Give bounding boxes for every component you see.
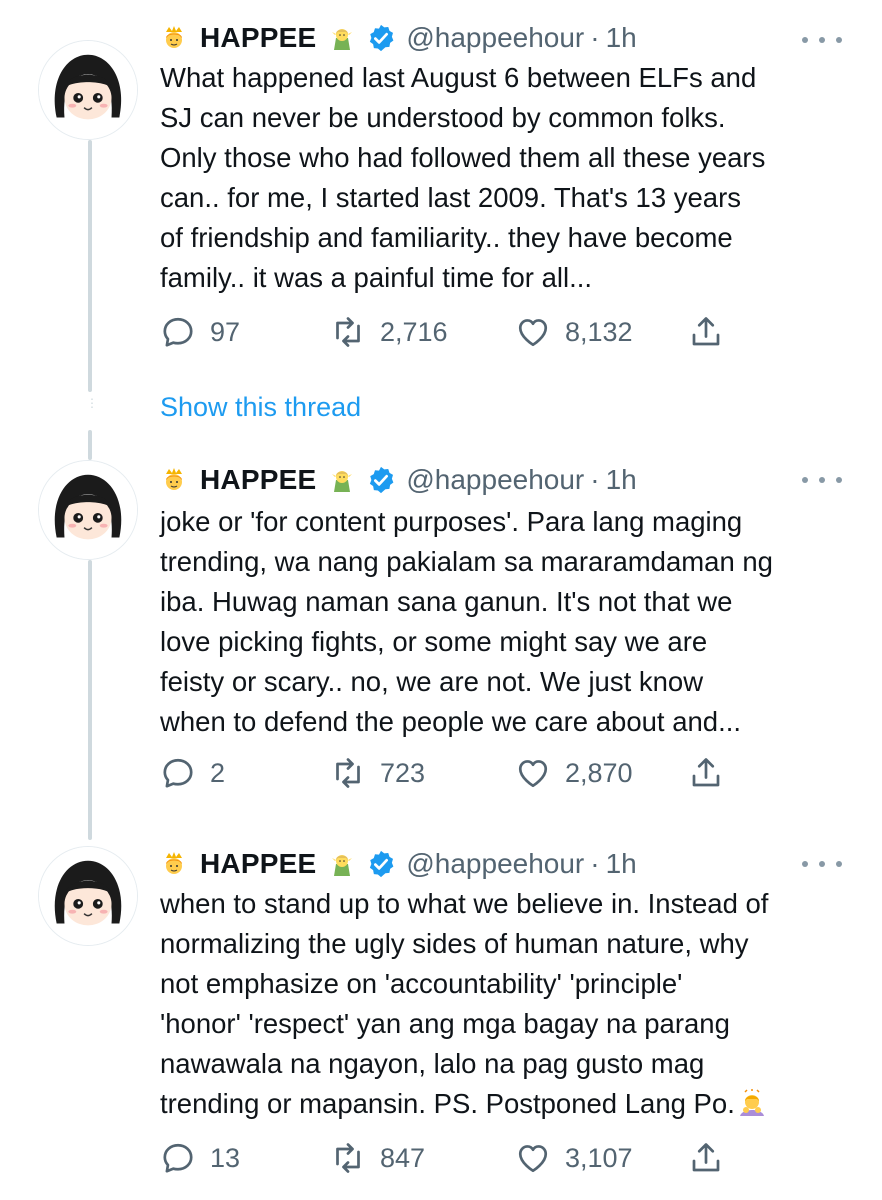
tweet-header: HAPPEE @happeehour · 1h [160,18,637,58]
tweet-header: HAPPEE @happeehour · 1h [160,460,637,500]
tweet-text: What happened last August 6 between ELFs… [160,58,860,298]
like-count: 8,132 [565,316,633,347]
tweet[interactable]: HAPPEE @happeehour · 1h when to stand up… [0,824,882,1200]
share-button[interactable] [688,312,724,352]
share-button[interactable] [688,1138,724,1178]
tweet-text-line: What happened last August 6 between ELFs… [160,62,757,93]
avatar[interactable] [38,846,138,946]
heart-icon [518,760,548,788]
verified-badge-icon [366,849,396,879]
tweet-text-line: SJ can never be understood by common fol… [160,102,726,133]
verified-badge-icon [366,465,396,495]
tweet-actions: 97 2,716 8,132 [160,312,740,352]
elf-emoji-icon [328,466,356,494]
tweet-text-line: iba. Huwag naman sana ganun. It's not th… [160,586,733,617]
verified-badge-icon [366,23,396,53]
bowing-woman-emoji-icon [737,1088,767,1118]
more-options-icon[interactable] [802,30,842,50]
heart-icon [518,1145,548,1173]
timestamp[interactable]: 1h [606,464,637,496]
tweet-text: joke or 'for content purposes'. Para lan… [160,502,860,742]
tweet[interactable]: HAPPEE @happeehour · 1h joke or 'for con… [0,440,882,820]
reply-count: 2 [210,757,226,788]
tweet-text-line: joke or 'for content purposes'. Para lan… [160,506,743,537]
elf-emoji-icon [328,24,356,52]
like-button[interactable]: 3,107 [515,1138,633,1178]
tweet-text-line: not emphasize on 'accountability' 'princ… [160,968,683,999]
retweet-icon [336,1143,360,1173]
tweet-actions: 2 723 2,870 [160,753,740,793]
tweet-text-line: 'honor' 'respect' yan ang mga bagay na p… [160,1008,730,1039]
tweet-text: when to stand up to what we believe in. … [160,884,860,1124]
tweet-text-line: of friendship and familiarity.. they hav… [160,222,733,253]
reply-button[interactable]: 97 [160,312,240,352]
like-button[interactable]: 2,870 [515,753,633,793]
tweet-text-line-last: trending or mapansin. PS. Postponed Lang… [160,1084,860,1124]
retweet-icon [336,317,360,347]
share-icon [692,758,720,787]
reply-icon [163,758,193,788]
timestamp[interactable]: 1h [606,22,637,54]
retweet-icon [336,758,360,788]
tweet-actions: 13 847 3,107 [160,1138,740,1178]
reply-button[interactable]: 13 [160,1138,240,1178]
princess-emoji-icon [160,466,188,494]
retweet-button[interactable]: 723 [330,753,425,793]
heart-icon [518,319,548,347]
like-button[interactable]: 8,132 [515,312,633,352]
tweet-text-line: can.. for me, I started last 2009. That'… [160,182,742,213]
like-count: 3,107 [565,1142,633,1173]
avatar-image [39,847,137,945]
user-handle[interactable]: @happeehour [406,464,584,496]
avatar-image [39,41,137,139]
retweet-button[interactable]: 847 [330,1138,425,1178]
display-name[interactable]: HAPPEE [200,848,316,880]
tweet-text-line: nawawala na ngayon, lalo na pag gusto ma… [160,1048,705,1079]
avatar[interactable] [38,460,138,560]
reply-count: 97 [210,316,241,347]
share-icon [692,1143,720,1172]
tweet-text-line: love picking fights, or some might say w… [160,626,708,657]
user-handle[interactable]: @happeehour [406,22,584,54]
reply-button[interactable]: 2 [160,753,225,793]
separator-dot: · [590,464,600,495]
princess-emoji-icon [160,850,188,878]
retweet-count: 847 [380,1142,426,1173]
thread-gap-dots: ⋮ [86,396,98,410]
elf-emoji-icon [328,850,356,878]
reply-icon [163,317,193,347]
avatar[interactable] [38,40,138,140]
show-thread-link[interactable]: Show this thread [160,392,361,423]
tweet-text-line: when to defend the people we care about … [160,706,741,737]
tweet-text-line: normalizing the ugly sides of human natu… [160,928,749,959]
princess-emoji-icon [160,24,188,52]
tweet-text-line: Only those who had followed them all the… [160,142,766,173]
separator-dot: · [590,22,600,53]
separator-dot: · [590,848,600,879]
retweet-count: 723 [380,757,426,788]
tweet[interactable]: HAPPEE @happeehour · 1h What happened la… [0,0,882,392]
like-count: 2,870 [565,757,633,788]
retweet-count: 2,716 [380,316,448,347]
tweet-text-line: family.. it was a painful time for all..… [160,262,592,293]
tweet-text-line: feisty or scary.. no, we are not. We jus… [160,666,704,697]
retweet-button[interactable]: 2,716 [330,312,448,352]
user-handle[interactable]: @happeehour [406,848,584,880]
tweet-text-line: trending or mapansin. PS. Postponed Lang… [160,1088,735,1119]
more-options-icon[interactable] [802,470,842,490]
display-name[interactable]: HAPPEE [200,22,316,54]
tweet-text-line: when to stand up to what we believe in. … [160,888,769,919]
timestamp[interactable]: 1h [606,848,637,880]
share-icon [692,317,720,346]
tweet-text-line: trending, wa nang pakialam sa mararamdam… [160,546,773,577]
display-name[interactable]: HAPPEE [200,464,316,496]
more-options-icon[interactable] [802,854,842,874]
share-button[interactable] [688,753,724,793]
reply-icon [163,1143,193,1173]
reply-count: 13 [210,1142,241,1173]
tweet-header: HAPPEE @happeehour · 1h [160,844,637,884]
avatar-image [39,461,137,559]
